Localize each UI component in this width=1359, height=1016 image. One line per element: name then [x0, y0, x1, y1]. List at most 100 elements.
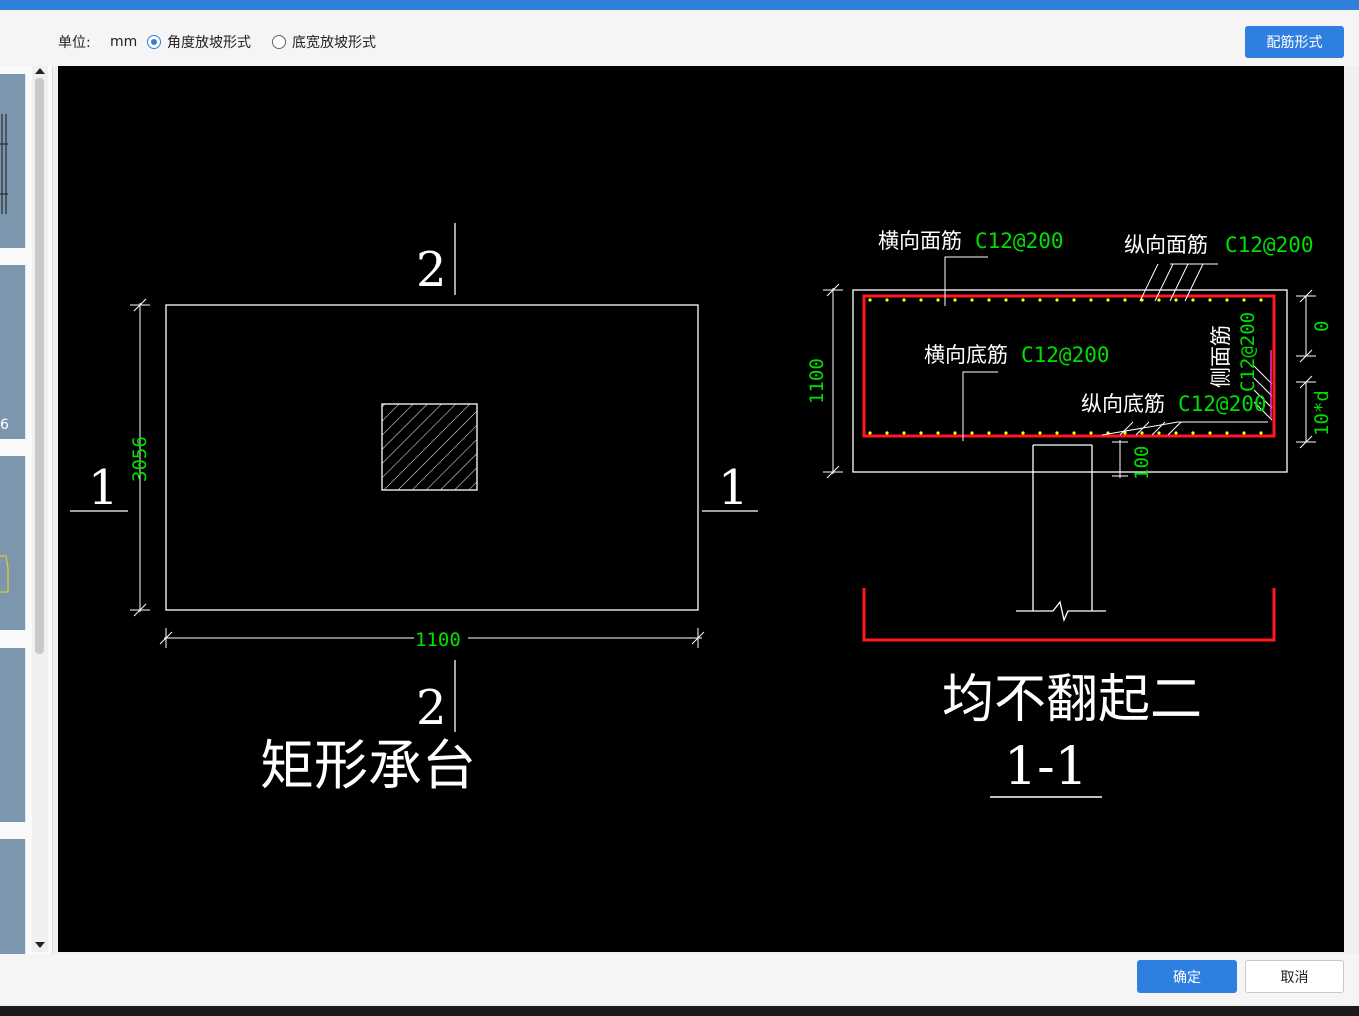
label-long-bottom-name: 纵向底筋	[1081, 392, 1165, 416]
dialog-footer: 确定 取消	[0, 954, 1359, 1004]
scroll-up-icon[interactable]	[35, 68, 45, 74]
plan-title: 矩形承台	[260, 734, 476, 797]
thumbnail-2-number: 6	[0, 417, 9, 433]
radio-width-label: 底宽放坡形式	[292, 35, 376, 51]
unit-label: 单位:	[58, 35, 91, 51]
rebar-dot	[953, 298, 957, 302]
dim-plan-height: 3056	[129, 436, 151, 482]
drawing-canvas: 2 2 1 1 3056 1100 矩形承台 横向面筋 C12@200 纵向面筋…	[58, 66, 1344, 952]
dim-section-height: 1100	[806, 358, 828, 404]
taskbar-strip	[0, 1006, 1359, 1016]
rebar-dot	[919, 431, 923, 435]
rebar-dot	[1140, 431, 1144, 435]
rebar-dot	[1072, 431, 1076, 435]
rebar-dot	[1004, 298, 1008, 302]
rebar-dot	[1055, 298, 1059, 302]
label-long-top-name: 纵向面筋	[1124, 233, 1208, 257]
rebar-form-button[interactable]: 配筋形式	[1245, 26, 1344, 58]
section-view: 横向面筋 C12@200 纵向面筋 C12@200 横向底筋 C12@200 纵…	[806, 229, 1333, 798]
plan-view: 2 2 1 1 3056 1100 矩形承台	[70, 223, 758, 797]
section-mark-1-right: 1	[718, 460, 749, 516]
section-name: 1-1	[1004, 737, 1088, 797]
radio-width-slope[interactable]: 底宽放坡形式	[272, 32, 376, 52]
rebar-dot	[1072, 298, 1076, 302]
rebar-dot	[1208, 298, 1212, 302]
rebar-dot	[1089, 298, 1093, 302]
dim-plan-width: 1100	[415, 629, 461, 651]
scroll-down-icon[interactable]	[35, 942, 45, 948]
cad-drawing: 2 2 1 1 3056 1100 矩形承台 横向面筋 C12@200 纵向面筋…	[70, 223, 1333, 798]
rebar-dot	[1157, 298, 1161, 302]
unit-value: mm	[110, 34, 138, 50]
radio-angle-slope[interactable]: 角度放坡形式	[147, 32, 251, 52]
rebar-dot	[970, 431, 974, 435]
label-side-name: 侧面筋	[1209, 325, 1233, 388]
column-hatched	[381, 403, 478, 491]
rebar-dot	[987, 298, 991, 302]
rebar-dot	[919, 298, 923, 302]
dim-right-bottom: 10*d	[1311, 390, 1333, 436]
section-mark-2-bottom: 2	[416, 680, 447, 736]
rebar-dot	[1174, 431, 1178, 435]
rebar-dot	[902, 298, 906, 302]
rebar-bottom-u	[862, 588, 1276, 642]
section-caption: 均不翻起二	[942, 670, 1202, 730]
rebar-dot	[987, 431, 991, 435]
rebar-dot	[1123, 431, 1127, 435]
rebar-dot	[885, 298, 889, 302]
dim-right-top: 0	[1311, 321, 1333, 332]
section-mark-2-top: 2	[416, 242, 447, 298]
thumbnail-1[interactable]	[0, 74, 26, 248]
rebar-dot	[1191, 431, 1195, 435]
rebar-dot	[1055, 431, 1059, 435]
toolbar: 单位: mm 角度放坡形式 底宽放坡形式 配筋形式	[0, 10, 1359, 66]
rebar-dot	[1021, 298, 1025, 302]
rebar-dot	[1174, 298, 1178, 302]
rebar-dot	[1242, 431, 1246, 435]
rebar-dot	[1021, 431, 1025, 435]
rebar-dot	[1004, 431, 1008, 435]
rebar-dot	[902, 431, 906, 435]
rebar-dot	[970, 298, 974, 302]
rebar-dot	[1038, 298, 1042, 302]
rebar-dot	[1038, 431, 1042, 435]
rebar-dot	[868, 431, 872, 435]
scrollbar-thumb[interactable]	[35, 78, 44, 654]
radio-angle-circle[interactable]	[147, 35, 161, 49]
radio-width-circle[interactable]	[272, 35, 286, 49]
section-column	[1016, 444, 1106, 623]
rebar-dot	[953, 431, 957, 435]
rebar-dot	[885, 431, 889, 435]
title-bar	[0, 0, 1359, 10]
rebar-dot	[1089, 431, 1093, 435]
rebar-dot	[936, 298, 940, 302]
rebar-dot	[1225, 298, 1229, 302]
thumbnail-1-drawing	[0, 114, 8, 214]
thumbnail-4[interactable]	[0, 648, 26, 822]
rebar-dot	[1225, 431, 1229, 435]
thumbnail-2[interactable]: 6	[0, 265, 26, 439]
rebar-dot	[1259, 298, 1263, 302]
rebar-dot	[936, 431, 940, 435]
thumbnail-3-drawing	[0, 555, 9, 593]
rebar-dot	[1106, 298, 1110, 302]
radio-angle-label: 角度放坡形式	[167, 35, 251, 51]
label-trans-top-name: 横向面筋	[878, 229, 962, 253]
label-side-value: C12@200	[1237, 312, 1259, 392]
section-mark-1-left: 1	[88, 460, 119, 516]
dim-col: 100	[1131, 446, 1153, 480]
rebar-dot	[1157, 431, 1161, 435]
thumbnail-3[interactable]	[0, 456, 26, 630]
thumbnail-5[interactable]	[0, 839, 26, 954]
cancel-button[interactable]: 取消	[1245, 960, 1344, 993]
ok-button[interactable]: 确定	[1137, 960, 1237, 993]
label-long-bottom-value: C12@200	[1178, 392, 1267, 416]
rebar-dot	[1123, 298, 1127, 302]
label-long-top-value: C12@200	[1225, 233, 1314, 257]
label-trans-bottom-name: 横向底筋	[924, 343, 1008, 367]
rebar-dot	[1259, 431, 1263, 435]
rebar-dot	[1208, 431, 1212, 435]
label-trans-bottom-value: C12@200	[1021, 343, 1110, 367]
rebar-dot	[868, 298, 872, 302]
label-trans-top-value: C12@200	[975, 229, 1064, 253]
